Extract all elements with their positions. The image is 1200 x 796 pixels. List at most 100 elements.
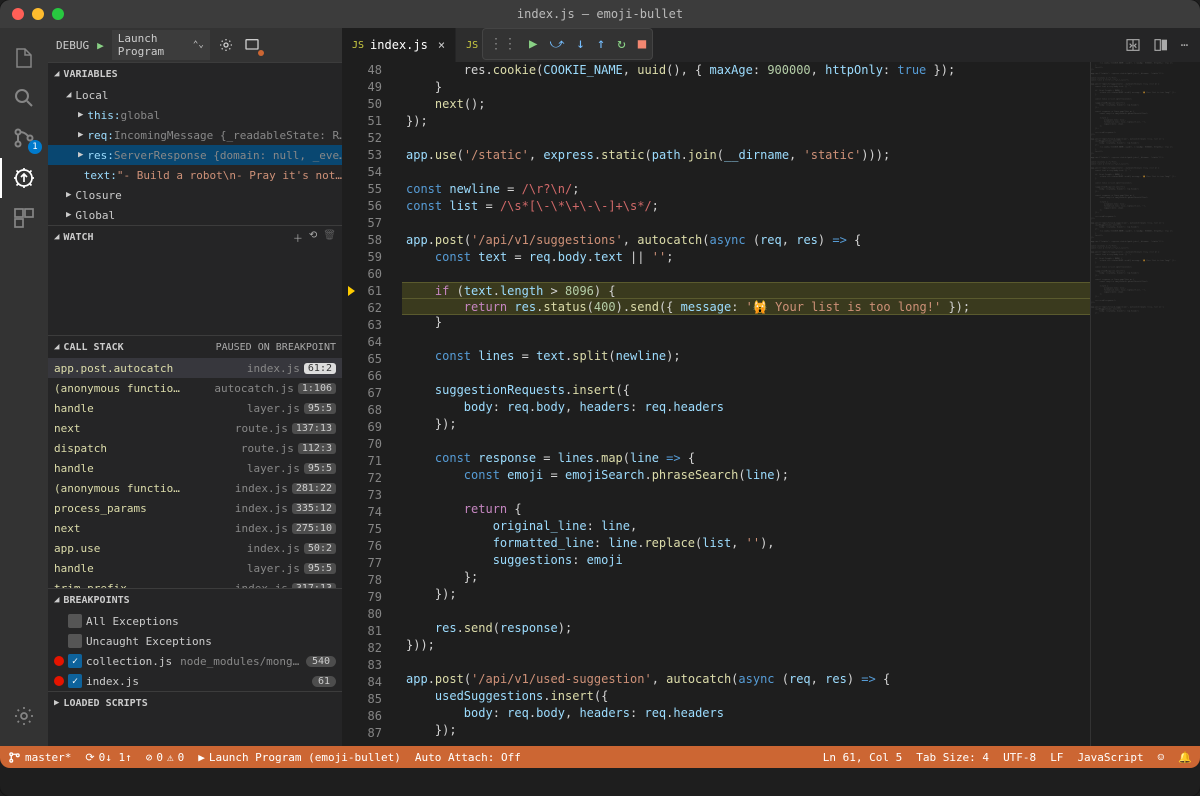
breakpoints-section[interactable]: ◢Breakpoints (48, 589, 342, 611)
scm-icon[interactable]: 1 (0, 118, 48, 158)
code-line[interactable] (402, 654, 1090, 671)
callstack-frame[interactable]: (anonymous function)index.js281:22 (48, 478, 342, 498)
callstack-frame[interactable]: nextindex.js275:10 (48, 518, 342, 538)
maximize-window-button[interactable] (52, 8, 64, 20)
code-line[interactable]: const newline = /\r?\n/; (402, 181, 1090, 198)
code-line[interactable]: return { (402, 501, 1090, 518)
code-line[interactable]: res.cookie(COOKIE_NAME, uuid(), { maxAge… (402, 62, 1090, 79)
more-actions-icon[interactable]: ⋯ (1181, 38, 1188, 52)
code-line[interactable] (402, 130, 1090, 147)
feedback-icon[interactable]: ☺ (1158, 751, 1165, 764)
debug-settings-icon[interactable] (216, 35, 236, 55)
add-watch-icon[interactable]: ＋ (293, 230, 303, 245)
code-line[interactable]: const list = /\s*[\-\*\+\-\-]+\s*/; (402, 198, 1090, 215)
code-line[interactable] (402, 365, 1090, 382)
stop-button[interactable]: ■ (638, 36, 646, 52)
variable-item[interactable]: ▶this: global (48, 105, 342, 125)
eol[interactable]: LF (1050, 751, 1063, 764)
code-line[interactable] (402, 266, 1090, 283)
search-icon[interactable] (0, 78, 48, 118)
watch-section[interactable]: ◢Watch ＋ ⟲ 🗑 (48, 226, 342, 248)
code-line[interactable]: app.post('/api/v1/suggestions', autocatc… (402, 232, 1090, 249)
checkbox-icon[interactable]: ✓ (68, 654, 82, 668)
checkbox-icon[interactable]: ✓ (68, 674, 82, 688)
callstack-frame[interactable]: (anonymous function)autocatch.js1:106 (48, 378, 342, 398)
breakpoint-row[interactable]: ✓index.js61 (48, 671, 342, 691)
debug-toolbar[interactable]: ⋮⋮ ▶ ⤻ ↓ ↑ ↻ ■ (482, 28, 653, 60)
callstack-frame[interactable]: app.useindex.js50:2 (48, 538, 342, 558)
minimize-window-button[interactable] (32, 8, 44, 20)
callstack-frame[interactable]: process_paramsindex.js335:12 (48, 498, 342, 518)
sync-status[interactable]: ⟳ 0↓ 1↑ (85, 751, 131, 764)
code-line[interactable]: app.post('/api/v1/used-suggestion', auto… (402, 671, 1090, 688)
code-line[interactable]: })); (402, 637, 1090, 654)
tab-size[interactable]: Tab Size: 4 (916, 751, 989, 764)
code-line[interactable]: res.send(response); (402, 620, 1090, 637)
callstack-frame[interactable]: handlelayer.js95:5 (48, 398, 342, 418)
settings-gear-icon[interactable] (0, 696, 48, 736)
continue-button[interactable]: ▶ (529, 36, 537, 52)
code-line[interactable] (402, 433, 1090, 450)
restart-button[interactable]: ↻ (617, 36, 625, 52)
scope-closure[interactable]: ▶Closure (48, 185, 342, 205)
cursor-position[interactable]: Ln 61, Col 5 (823, 751, 902, 764)
code-line[interactable]: }); (402, 586, 1090, 603)
code-line[interactable]: } (402, 314, 1090, 331)
debug-icon[interactable] (0, 158, 48, 198)
git-branch[interactable]: master* (8, 751, 71, 764)
code-line[interactable] (402, 164, 1090, 181)
code-line[interactable]: } (402, 79, 1090, 96)
code-line[interactable]: usedSuggestions.insert({ (402, 688, 1090, 705)
code-line[interactable]: const emoji = emojiSearch.phraseSearch(l… (402, 467, 1090, 484)
step-over-button[interactable]: ⤻ (549, 36, 564, 52)
code-line[interactable]: const response = lines.map(line => { (402, 450, 1090, 467)
callstack-frame[interactable]: handlelayer.js95:5 (48, 458, 342, 478)
variable-item[interactable]: ▶res: ServerResponse {domain: null, _eve… (48, 145, 342, 165)
compare-changes-icon[interactable] (1125, 37, 1141, 53)
code-line[interactable] (402, 603, 1090, 620)
code-line[interactable]: original_line: line, (402, 518, 1090, 535)
collapse-watch-icon[interactable]: ⟲ (309, 230, 317, 245)
remove-watch-icon[interactable]: 🗑 (323, 230, 336, 245)
code-line[interactable] (402, 331, 1090, 348)
auto-attach[interactable]: Auto Attach: Off (415, 751, 521, 764)
variable-item[interactable]: ▶req: IncomingMessage {_readableState: R… (48, 125, 342, 145)
code-line[interactable]: if (text.length > 8096) { (402, 282, 1090, 299)
callstack-frame[interactable]: dispatchroute.js112:3 (48, 438, 342, 458)
code-line[interactable]: const lines = text.split(newline); (402, 348, 1090, 365)
callstack-frame[interactable]: app.post.autocatchindex.js61:2 (48, 358, 342, 378)
language-mode[interactable]: JavaScript (1077, 751, 1143, 764)
debug-console-icon[interactable] (242, 35, 262, 55)
close-tab-icon[interactable]: × (438, 38, 445, 52)
split-editor-icon[interactable] (1153, 37, 1169, 53)
loaded-scripts-section[interactable]: ▶Loaded Scripts (48, 692, 342, 714)
step-out-button[interactable]: ↑ (597, 36, 605, 52)
editor-tab[interactable]: JSindex.js× (342, 28, 456, 62)
code-line[interactable]: }); (402, 113, 1090, 130)
drag-handle-icon[interactable]: ⋮⋮ (489, 36, 517, 52)
minimap[interactable]: res.cookie(COOKIE_NAME, uuid(), { maxAge… (1090, 62, 1200, 746)
code-line[interactable]: suggestionRequests.insert({ (402, 382, 1090, 399)
variables-section[interactable]: ◢Variables (48, 63, 342, 85)
code-line[interactable]: }); (402, 416, 1090, 433)
close-window-button[interactable] (12, 8, 24, 20)
start-debug-button[interactable]: ▶ (95, 37, 106, 54)
code-line[interactable] (402, 484, 1090, 501)
breakpoint-row[interactable]: ✓collection.jsnode_modules/mong…540 (48, 651, 342, 671)
notifications-icon[interactable]: 🔔 (1178, 751, 1192, 764)
code-line[interactable]: }; (402, 569, 1090, 586)
code-line[interactable]: app.use('/static', express.static(path.j… (402, 147, 1090, 164)
code-line[interactable]: return res.status(400).send({ message: '… (402, 298, 1090, 315)
code-line[interactable]: next(); (402, 96, 1090, 113)
code-line[interactable]: }); (402, 722, 1090, 739)
encoding[interactable]: UTF-8 (1003, 751, 1036, 764)
callstack-frame[interactable]: nextroute.js137:13 (48, 418, 342, 438)
code-line[interactable]: formatted_line: line.replace(list, ''), (402, 535, 1090, 552)
callstack-section[interactable]: ◢Call StackPAUSED ON BREAKPOINT (48, 336, 342, 358)
code-line[interactable] (402, 215, 1090, 232)
code-line[interactable]: const text = req.body.text || ''; (402, 249, 1090, 266)
step-into-button[interactable]: ↓ (576, 36, 584, 52)
callstack-frame[interactable]: trim_prefixindex.js317:13 (48, 578, 342, 588)
breakpoint-all-exceptions[interactable]: All Exceptions (48, 611, 342, 631)
callstack-frame[interactable]: handlelayer.js95:5 (48, 558, 342, 578)
